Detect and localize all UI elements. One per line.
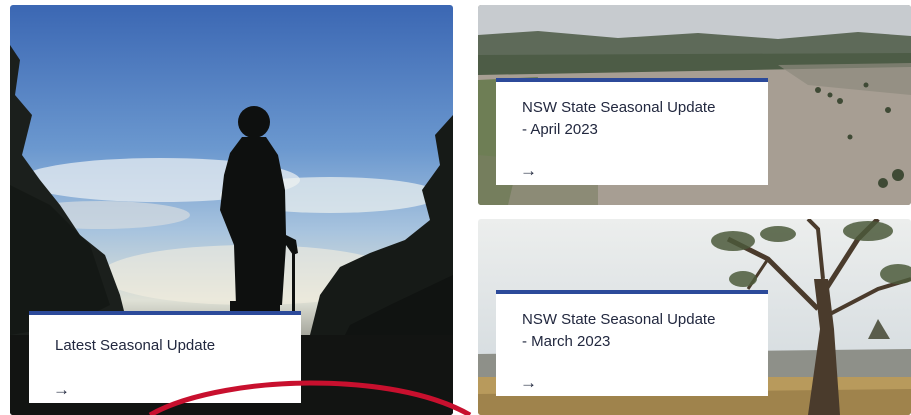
- card-april-2023[interactable]: NSW State Seasonal Update - April 2023 →: [496, 78, 768, 185]
- tile-march-2023[interactable]: NSW State Seasonal Update - March 2023 →: [478, 219, 911, 415]
- card-title: NSW State Seasonal Update - March 2023: [522, 311, 716, 350]
- arrow-right-icon[interactable]: →: [53, 381, 70, 398]
- card-latest-seasonal-update[interactable]: Latest Seasonal Update →: [29, 311, 301, 403]
- arrow-right-icon[interactable]: →: [520, 374, 537, 391]
- tile-april-2023[interactable]: NSW State Seasonal Update - April 2023 →: [478, 5, 911, 205]
- arrow-right-icon[interactable]: →: [520, 162, 537, 179]
- card-march-2023[interactable]: NSW State Seasonal Update - March 2023 →: [496, 290, 768, 396]
- card-title: NSW State Seasonal Update - April 2023: [522, 99, 716, 138]
- card-title: Latest Seasonal Update: [55, 337, 216, 354]
- tile-latest-seasonal-update[interactable]: Latest Seasonal Update →: [10, 5, 453, 415]
